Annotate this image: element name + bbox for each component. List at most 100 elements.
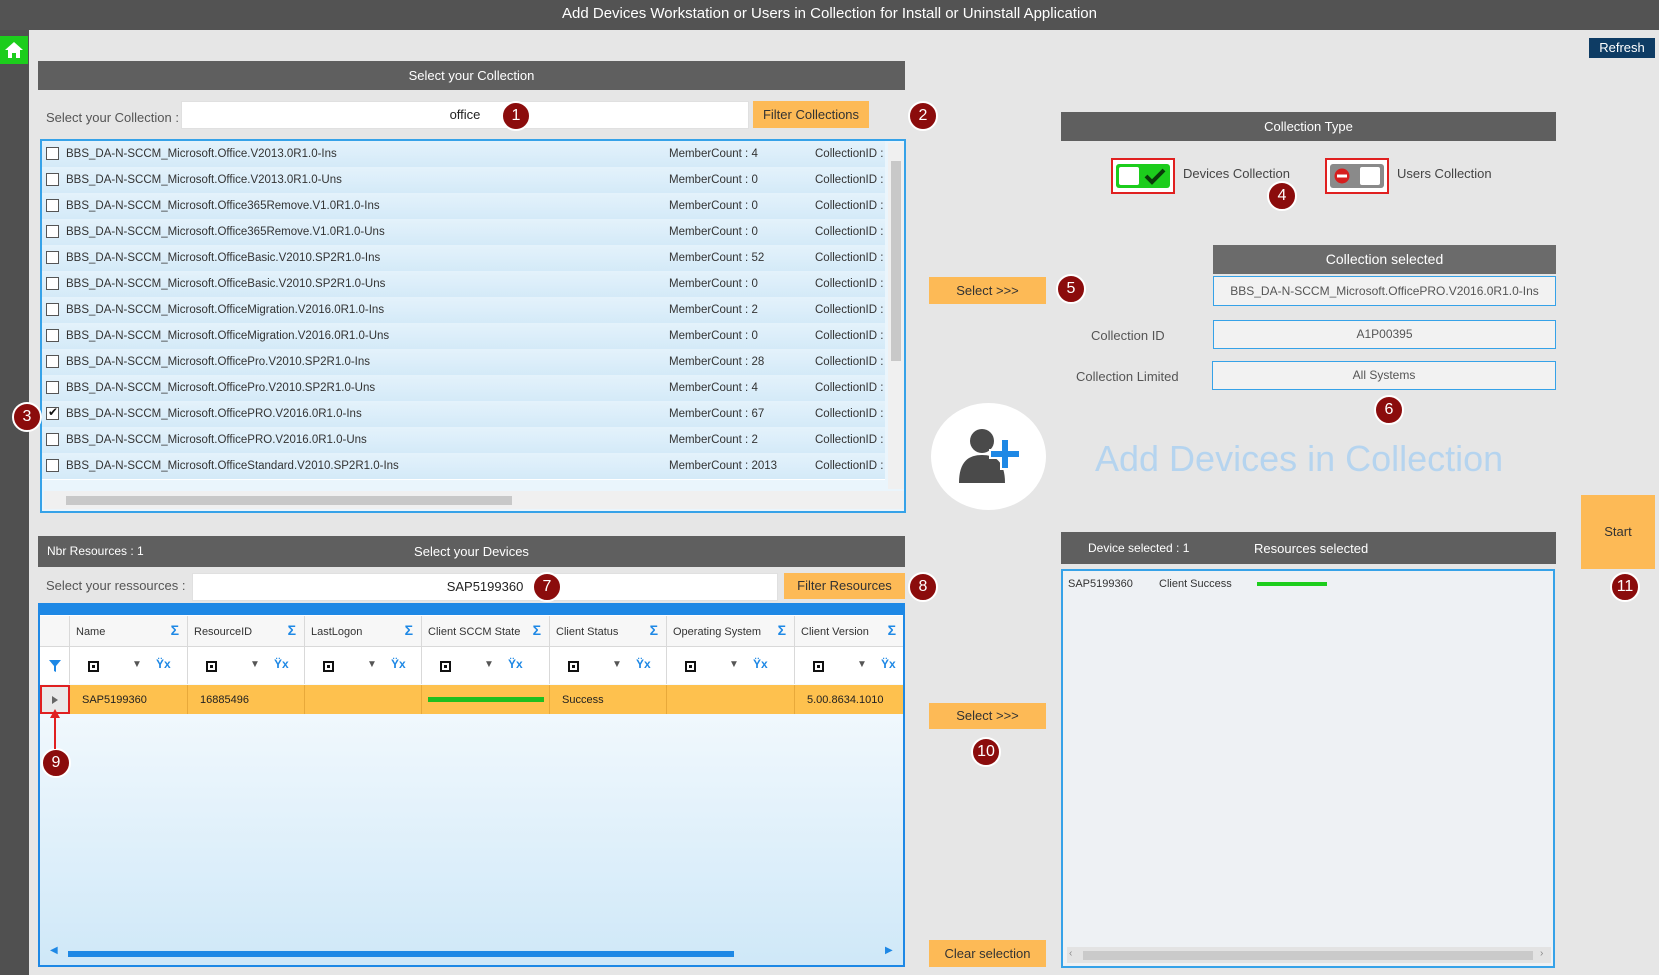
resources-selected-list[interactable]: SAP5199360 Client Success ‹ › — [1061, 569, 1555, 968]
scroll-right-icon[interactable]: ▶ — [885, 945, 893, 956]
clear-filter-icon[interactable]: Ÿx — [274, 657, 289, 671]
cell-name[interactable]: SAP5199360 — [70, 685, 188, 714]
column-filter-client-version[interactable]: ▼ Ÿx — [795, 646, 903, 684]
sigma-icon[interactable]: Σ — [171, 622, 179, 638]
column-filter-client-sccm-state[interactable]: ▼ Ÿx — [422, 646, 550, 684]
grid-horizontal-scroll-thumb[interactable] — [68, 951, 734, 957]
column-header-operating-system[interactable]: Operating System Σ — [667, 616, 795, 646]
resources-search-input[interactable]: SAP5199360 — [192, 573, 778, 601]
filter-operator-icon[interactable] — [568, 661, 579, 672]
collection-horizontal-scroll-thumb[interactable] — [66, 496, 512, 505]
list-item[interactable]: BBS_DA-N-SCCM_Microsoft.OfficeMigration.… — [42, 297, 885, 324]
clear-filter-icon[interactable]: Ÿx — [508, 657, 523, 671]
users-collection-toggle[interactable] — [1325, 158, 1389, 194]
chevron-down-icon[interactable]: ▼ — [484, 659, 494, 670]
chevron-down-icon[interactable]: ▼ — [729, 659, 739, 670]
resources-horizontal-scroll-thumb[interactable] — [1083, 951, 1533, 960]
sigma-icon[interactable]: Σ — [888, 622, 896, 638]
list-item[interactable]: BBS_DA-N-SCCM_Microsoft.OfficeBasic.V201… — [42, 271, 885, 298]
sigma-icon[interactable]: Σ — [650, 622, 658, 638]
filter-operator-icon[interactable] — [88, 661, 99, 672]
filter-operator-icon[interactable] — [323, 661, 334, 672]
filter-operator-icon[interactable] — [685, 661, 696, 672]
checkbox[interactable] — [46, 459, 59, 472]
checkbox[interactable] — [46, 329, 59, 342]
home-button[interactable] — [0, 36, 28, 64]
column-filter-client-status[interactable]: ▼ Ÿx — [550, 646, 667, 684]
list-item[interactable]: BBS_DA-N-SCCM_Microsoft.OfficePro.V2010.… — [42, 375, 885, 402]
collection-list[interactable]: BBS_DA-N-SCCM_Microsoft.Office.V2013.0R1… — [40, 139, 906, 513]
checkbox[interactable] — [46, 199, 59, 212]
select-devices-button[interactable]: Select >>> — [929, 703, 1046, 729]
chevron-down-icon[interactable]: ▼ — [612, 659, 622, 670]
cell-lastlogon[interactable] — [305, 685, 422, 714]
filter-collections-button[interactable]: Filter Collections — [753, 101, 869, 128]
column-header-resourceid[interactable]: ResourceID Σ — [188, 616, 305, 646]
select-collection-button[interactable]: Select >>> — [929, 277, 1046, 304]
clear-filter-icon[interactable]: Ÿx — [156, 657, 171, 671]
devices-collection-toggle[interactable] — [1111, 158, 1175, 194]
collection-vertical-scroll-thumb[interactable] — [891, 161, 901, 361]
checkbox[interactable] — [46, 277, 59, 290]
column-filter-resourceid[interactable]: ▼ Ÿx — [188, 646, 305, 684]
scroll-left-icon[interactable]: ◀ — [50, 945, 58, 956]
clear-filter-icon[interactable]: Ÿx — [636, 657, 651, 671]
sigma-icon[interactable]: Σ — [288, 622, 296, 638]
column-filter-operating-system[interactable]: ▼ Ÿx — [667, 646, 795, 684]
column-filter-name[interactable]: ▼ Ÿx — [70, 646, 188, 684]
cell-operating-system[interactable] — [667, 685, 795, 714]
column-filter-lastlogon[interactable]: ▼ Ÿx — [305, 646, 422, 684]
cell-client-status[interactable]: Success — [550, 685, 667, 714]
scroll-right-icon[interactable]: › — [1540, 948, 1543, 959]
chevron-down-icon[interactable]: ▼ — [250, 659, 260, 670]
list-item[interactable]: BBS_DA-N-SCCM_Microsoft.OfficeMigration.… — [42, 323, 885, 350]
clear-filter-icon[interactable]: Ÿx — [391, 657, 406, 671]
cell-client-version[interactable]: 5.00.8634.1010 — [795, 685, 903, 714]
filter-funnel-icon[interactable] — [48, 659, 62, 673]
clear-filter-icon[interactable]: Ÿx — [881, 657, 896, 671]
list-item[interactable]: SAP5199360 Client Success — [1063, 571, 1553, 595]
checkbox[interactable] — [46, 381, 59, 394]
list-item[interactable]: BBS_DA-N-SCCM_Microsoft.Office.V2013.0R1… — [42, 141, 885, 168]
checkbox[interactable] — [46, 355, 59, 368]
sigma-icon[interactable]: Σ — [778, 622, 786, 638]
checkbox[interactable] — [46, 173, 59, 186]
scroll-left-icon[interactable]: ‹ — [1069, 948, 1072, 959]
cell-resourceid[interactable]: 16885496 — [188, 685, 305, 714]
clear-filter-icon[interactable]: Ÿx — [753, 657, 768, 671]
column-header-client-sccm-state[interactable]: Client SCCM State Σ — [422, 616, 550, 646]
checkbox[interactable] — [46, 251, 59, 264]
chevron-down-icon[interactable]: ▼ — [367, 659, 377, 670]
column-header-name[interactable]: Name Σ — [70, 616, 188, 646]
list-item[interactable]: BBS_DA-N-SCCM_Microsoft.OfficeBasic.V201… — [42, 245, 885, 272]
cell-client-sccm-state[interactable] — [422, 685, 550, 714]
clear-selection-button[interactable]: Clear selection — [929, 940, 1046, 967]
refresh-button[interactable]: Refresh — [1589, 38, 1655, 58]
list-item-selected[interactable]: BBS_DA-N-SCCM_Microsoft.OfficePRO.V2016.… — [42, 401, 885, 428]
checkbox[interactable] — [46, 147, 59, 160]
filter-resources-button[interactable]: Filter Resources — [784, 573, 905, 599]
sigma-icon[interactable]: Σ — [533, 622, 541, 638]
checkbox[interactable] — [46, 225, 59, 238]
list-item[interactable]: BBS_DA-N-SCCM_Microsoft.Office365Remove.… — [42, 219, 885, 246]
collection-search-input[interactable]: office — [181, 101, 749, 129]
list-item[interactable]: BBS_DA-N-SCCM_Microsoft.OfficePRO.V2016.… — [42, 427, 885, 454]
column-header-lastlogon[interactable]: LastLogon Σ — [305, 616, 422, 646]
checkbox[interactable] — [46, 433, 59, 446]
filter-operator-icon[interactable] — [813, 661, 824, 672]
devices-grid[interactable]: Name Σ ResourceID Σ LastLogon Σ Client SCCM… — [38, 603, 905, 967]
chevron-down-icon[interactable]: ▼ — [132, 659, 142, 670]
filter-operator-icon[interactable] — [206, 661, 217, 672]
list-item[interactable]: BBS_DA-N-SCCM_Microsoft.Office.V2013.0R1… — [42, 167, 885, 194]
list-item[interactable]: BBS_DA-N-SCCM_Microsoft.OfficePro.V2010.… — [42, 349, 885, 376]
checkbox-checked[interactable] — [46, 405, 59, 420]
list-item[interactable]: BBS_DA-N-SCCM_Microsoft.Office365Remove.… — [42, 193, 885, 220]
chevron-down-icon[interactable]: ▼ — [857, 659, 867, 670]
start-button[interactable]: Start — [1581, 495, 1655, 569]
column-header-client-status[interactable]: Client Status Σ — [550, 616, 667, 646]
sigma-icon[interactable]: Σ — [405, 622, 413, 638]
filter-operator-icon[interactable] — [440, 661, 451, 672]
list-item[interactable]: BBS_DA-N-SCCM_Microsoft.OfficeStandard.V… — [42, 453, 885, 480]
column-header-client-version[interactable]: Client Version Σ — [795, 616, 903, 646]
row-expand-arrow-icon[interactable] — [51, 695, 59, 705]
